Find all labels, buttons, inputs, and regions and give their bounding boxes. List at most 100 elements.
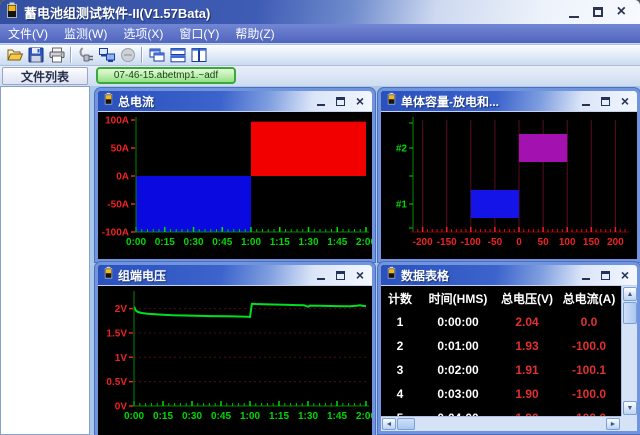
window-title: 组端电压 xyxy=(118,267,166,284)
table-row[interactable]: 10:00:002.040.0 xyxy=(381,310,621,334)
window-data-table[interactable]: 数据表格 × 计数时间(HMS)总电压(V)总电流(A)10:00:002.04… xyxy=(378,262,640,434)
svg-text:#1: #1 xyxy=(396,200,408,211)
vertical-scrollbar[interactable]: ▲ ▼ xyxy=(621,286,637,416)
svg-text:50A: 50A xyxy=(111,144,129,155)
window-title: 数据表格 xyxy=(401,267,449,284)
chart-pack-voltage: 0:000:150:300:451:001:151:301:452:002V1.… xyxy=(98,285,372,435)
stop-disabled-icon xyxy=(117,46,138,64)
svg-text:1:45: 1:45 xyxy=(327,411,347,422)
minimize-button[interactable] xyxy=(582,97,590,106)
menu-help[interactable]: 帮助(Z) xyxy=(235,25,274,42)
minimize-button[interactable] xyxy=(582,271,590,280)
svg-text:1V: 1V xyxy=(115,353,128,364)
close-button[interactable]: × xyxy=(621,268,629,282)
close-button[interactable]: × xyxy=(356,268,364,282)
window-pack-voltage[interactable]: 组端电压 × 0:000:150:300:451:001:151:301:452… xyxy=(95,262,375,435)
close-button[interactable]: × xyxy=(621,94,629,108)
table-header-row: 计数时间(HMS)总电压(V)总电流(A) xyxy=(381,286,621,310)
table-row[interactable]: 20:01:001.93-100.0 xyxy=(381,334,621,358)
minimize-button[interactable] xyxy=(317,97,325,106)
tile-horizontal-icon[interactable] xyxy=(167,46,188,64)
data-table: 计数时间(HMS)总电压(V)总电流(A)10:00:002.040.020:0… xyxy=(381,286,621,416)
open-file-icon[interactable] xyxy=(4,46,25,64)
horizontal-scrollbar[interactable]: ◄ ► xyxy=(381,416,621,431)
window-total-current-titlebar[interactable]: 总电流 × xyxy=(98,91,372,111)
connect-device-icon[interactable] xyxy=(75,46,96,64)
total-current-chart: 0:000:150:300:451:001:151:301:452:00100A… xyxy=(98,112,372,260)
window-cell-capacity-titlebar[interactable]: 单体容量-放电和... × xyxy=(381,91,637,111)
close-button[interactable]: × xyxy=(356,94,364,108)
menu-options[interactable]: 选项(X) xyxy=(123,25,163,42)
toolbar xyxy=(0,45,640,66)
table-row[interactable]: 50:04:001.90-100.0 xyxy=(381,406,621,416)
app-battery-icon xyxy=(6,2,18,23)
table-header-cell: 总电流(A) xyxy=(557,290,621,307)
maximize-button[interactable] xyxy=(601,97,610,106)
svg-text:0:45: 0:45 xyxy=(211,411,231,422)
svg-text:#2: #2 xyxy=(396,144,408,155)
battery-icon xyxy=(387,266,396,284)
minimize-button[interactable] xyxy=(317,271,325,280)
svg-text:1:00: 1:00 xyxy=(241,237,261,248)
file-list-panel[interactable] xyxy=(0,86,90,435)
file-list-header[interactable]: 文件列表 xyxy=(2,67,88,85)
pack-voltage-chart: 0:000:150:300:451:001:151:301:452:002V1.… xyxy=(98,286,372,434)
window-cell-capacity[interactable]: 单体容量-放电和... × #1#2-200-150-100-500501001… xyxy=(378,88,640,262)
menu-file[interactable]: 文件(V) xyxy=(8,25,48,42)
battery-icon xyxy=(104,92,113,110)
table-cell: 4 xyxy=(381,387,419,401)
scroll-right-icon[interactable]: ► xyxy=(606,418,620,430)
menu-bar: 文件(V) 监测(W) 选项(X) 窗口(Y) 帮助(Z) xyxy=(0,24,640,44)
svg-text:50: 50 xyxy=(538,237,550,248)
file-tab[interactable]: 07-46-15.abetmp1.~adf xyxy=(96,67,236,84)
minimize-button[interactable] xyxy=(569,7,579,18)
menu-monitor[interactable]: 监测(W) xyxy=(64,25,107,42)
svg-text:1:00: 1:00 xyxy=(240,411,260,422)
svg-text:150: 150 xyxy=(583,237,600,248)
battery-icon xyxy=(104,266,113,284)
maximize-button[interactable] xyxy=(593,7,603,17)
table-row[interactable]: 40:03:001.90-100.0 xyxy=(381,382,621,406)
scroll-left-icon[interactable]: ◄ xyxy=(382,418,396,430)
cascade-windows-icon[interactable] xyxy=(146,46,167,64)
svg-text:2:00: 2:00 xyxy=(356,411,372,422)
window-total-current[interactable]: 总电流 × 0:000:150:300:451:001:151:301:452:… xyxy=(95,88,375,262)
scroll-up-icon[interactable]: ▲ xyxy=(623,287,637,301)
table-cell: 0:02:00 xyxy=(419,363,497,377)
svg-text:-50A: -50A xyxy=(107,200,129,211)
maximize-button[interactable] xyxy=(336,97,345,106)
save-file-icon[interactable] xyxy=(25,46,46,64)
close-button[interactable]: × xyxy=(617,5,626,19)
table-cell: 1 xyxy=(381,315,419,329)
table-header-cell: 计数 xyxy=(381,290,419,307)
svg-text:0:45: 0:45 xyxy=(212,237,232,248)
toolbar-separator xyxy=(141,47,143,63)
tile-vertical-icon[interactable] xyxy=(188,46,209,64)
mdi-area: 总电流 × 0:000:150:300:451:001:151:301:452:… xyxy=(90,86,640,435)
menu-window[interactable]: 窗口(Y) xyxy=(179,25,219,42)
svg-text:-150: -150 xyxy=(437,237,457,248)
svg-text:0:30: 0:30 xyxy=(182,411,202,422)
table-cell: 1.93 xyxy=(497,339,557,353)
app-title: 蓄电池组测试软件-II(V1.57Bata) xyxy=(24,3,210,22)
scrollbar-corner xyxy=(621,416,637,431)
vertical-scroll-thumb[interactable] xyxy=(623,302,637,324)
scroll-down-icon[interactable]: ▼ xyxy=(623,401,637,415)
toolbar-separator xyxy=(70,47,72,63)
svg-text:0:00: 0:00 xyxy=(126,237,146,248)
svg-text:1.5V: 1.5V xyxy=(106,328,127,339)
maximize-button[interactable] xyxy=(336,271,345,280)
maximize-button[interactable] xyxy=(601,271,610,280)
application-window: 蓄电池组测试软件-II(V1.57Bata) × 文件(V) 监测(W) 选项(X)… xyxy=(0,0,640,435)
svg-text:1:30: 1:30 xyxy=(298,411,318,422)
print-icon[interactable] xyxy=(46,46,67,64)
window-pack-voltage-titlebar[interactable]: 组端电压 × xyxy=(98,265,372,285)
network-monitor-icon[interactable] xyxy=(96,46,117,64)
svg-text:-50: -50 xyxy=(488,237,503,248)
horizontal-scroll-thumb[interactable] xyxy=(397,418,415,430)
window-data-table-titlebar[interactable]: 数据表格 × xyxy=(381,265,637,285)
svg-text:-100A: -100A xyxy=(102,228,129,239)
svg-text:0V: 0V xyxy=(115,402,128,413)
svg-text:0:15: 0:15 xyxy=(155,237,175,248)
table-row[interactable]: 30:02:001.91-100.1 xyxy=(381,358,621,382)
